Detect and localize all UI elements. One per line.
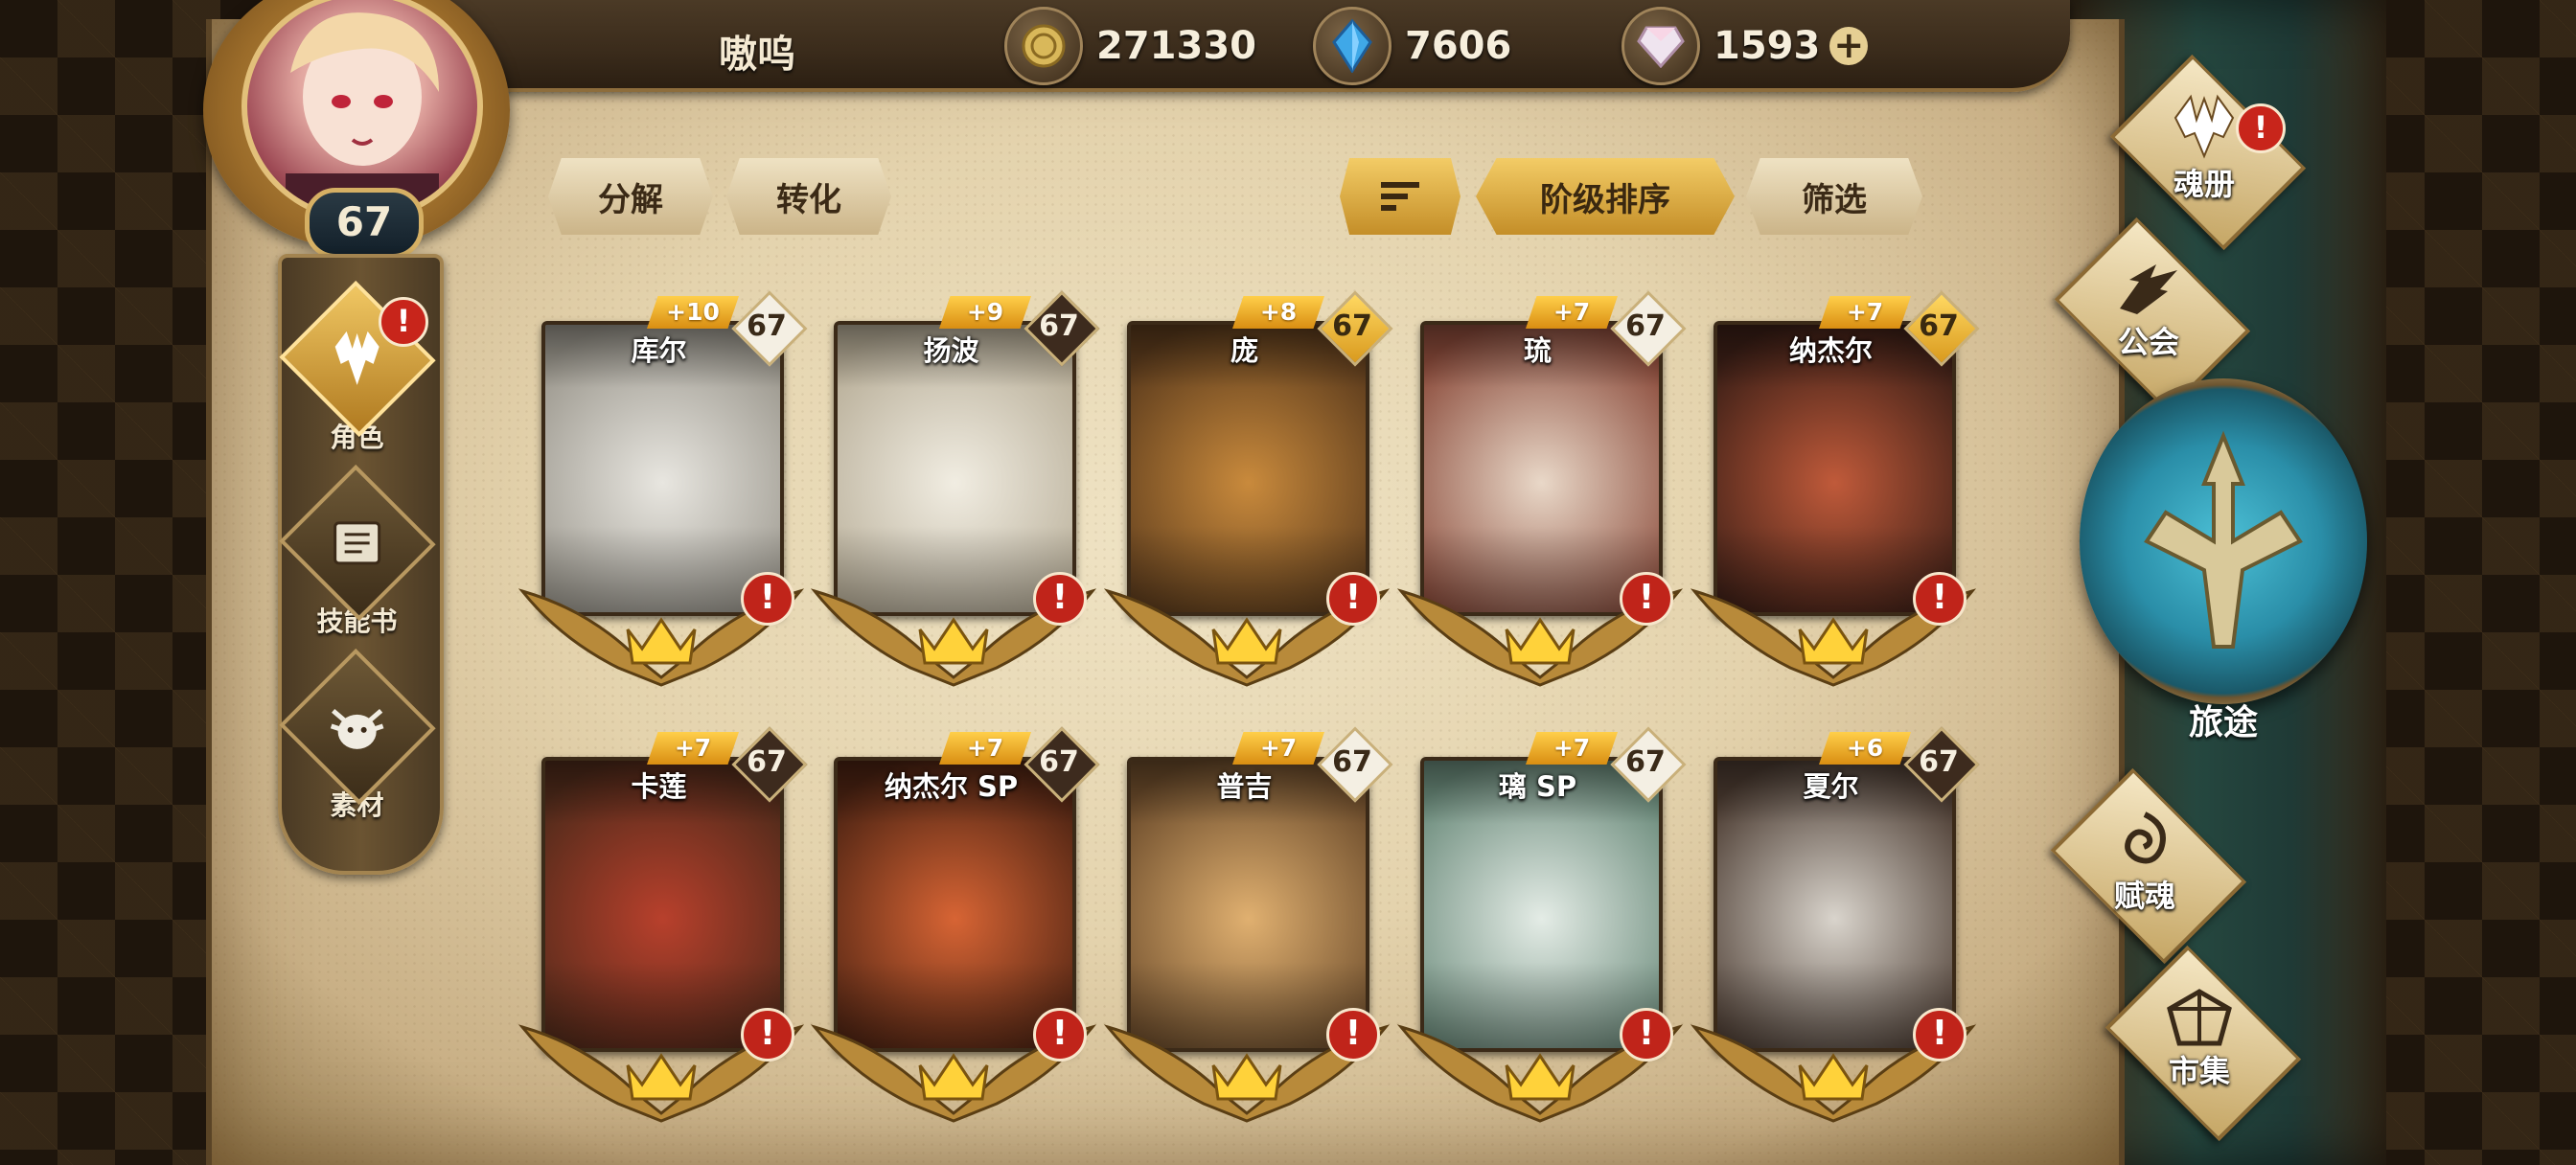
character-alert-badge: ! [379, 297, 428, 347]
character-card[interactable]: 夏尔 +6 67! [1690, 728, 1977, 1131]
sort-order-button[interactable] [1340, 158, 1460, 235]
enhance-level-tag: +7 [1526, 732, 1618, 765]
character-level-badge: 67 [733, 292, 800, 359]
character-card[interactable]: 纳杰尔 +7 67! [1690, 292, 1977, 695]
decompose-button[interactable]: 分解 [548, 158, 713, 235]
character-level: 67 [1039, 744, 1079, 779]
enhance-level-tag: +7 [1819, 296, 1911, 329]
sort-icon [1381, 182, 1419, 211]
character-level-badge: 67 [1319, 728, 1386, 795]
enhance-level-tag: +7 [1232, 732, 1324, 765]
material-icon [330, 708, 384, 749]
character-card[interactable]: 庞 +8 67! [1103, 292, 1391, 695]
player-name: 嗷呜 [719, 33, 795, 77]
gold-coin-icon [1004, 7, 1083, 85]
character-card[interactable]: 璃 SP +7 67! [1396, 728, 1684, 1131]
journey-menu[interactable]: 旅途 [2080, 378, 2367, 742]
character-level: 67 [1332, 744, 1372, 779]
market-label: 市集 [2168, 1053, 2230, 1089]
nav-item-material[interactable]: 素材 [278, 648, 436, 823]
pink-gem-icon [1622, 7, 1700, 85]
left-border-pattern [0, 0, 220, 1165]
market-menu[interactable]: 市集 [2084, 945, 2314, 1142]
gold-resource: 271330 [1004, 7, 1256, 85]
nav-item-skill-book[interactable]: 技能书 [278, 464, 436, 639]
character-level-badge: 67 [1025, 728, 1092, 795]
character-level: 67 [1919, 744, 1959, 779]
card-alert-badge: ! [1033, 572, 1087, 626]
gem-amount: 1593 [1714, 24, 1821, 68]
card-alert-badge: ! [741, 1008, 794, 1062]
soul-infuse-label: 赋魂 [2113, 878, 2175, 914]
skill-book-icon [334, 521, 380, 564]
character-level-badge: 67 [1025, 292, 1092, 359]
filter-button[interactable]: 筛选 [1746, 158, 1922, 235]
crystal-amount: 7606 [1405, 24, 1512, 68]
card-alert-badge: ! [1326, 1008, 1380, 1062]
soul-infuse-menu[interactable]: 赋魂 [2030, 767, 2260, 965]
character-level: 67 [1332, 308, 1372, 343]
guild-label: 公会 [2117, 324, 2179, 360]
card-alert-badge: ! [1913, 1008, 1966, 1062]
market-icon [2167, 989, 2232, 1046]
character-card[interactable]: 库尔 +10 67! [518, 292, 805, 695]
character-level: 67 [747, 308, 787, 343]
gem-resource: 1593 + [1622, 7, 1869, 85]
crystal-resource: 7606 [1313, 7, 1512, 85]
enhance-level-tag: +6 [1819, 732, 1911, 765]
character-level: 67 [1625, 308, 1666, 343]
soul-book-label: 魂册 [2173, 166, 2235, 202]
card-alert-badge: ! [1913, 572, 1966, 626]
character-card[interactable]: 纳杰尔 SP +7 67! [810, 728, 1097, 1131]
character-level-badge: 67 [1905, 292, 1972, 359]
add-gem-button[interactable]: + [1829, 27, 1869, 65]
player-level-badge: 67 [305, 188, 424, 259]
character-level: 67 [1625, 744, 1666, 779]
character-card[interactable]: 普吉 +7 67! [1103, 728, 1391, 1131]
character-level: 67 [747, 744, 787, 779]
right-border-pattern [2367, 0, 2576, 1165]
soul-book-menu[interactable]: 魂册 [2089, 54, 2319, 251]
convert-button[interactable]: 转化 [726, 158, 891, 235]
blue-crystal-icon [1313, 7, 1392, 85]
character-level-badge: 67 [1612, 728, 1679, 795]
enhance-level-tag: +7 [647, 732, 739, 765]
guild-menu[interactable]: 公会 [2034, 217, 2264, 414]
enhance-level-tag: +10 [647, 296, 739, 329]
enhance-level-tag: +9 [939, 296, 1031, 329]
enhance-level-tag: +7 [939, 732, 1031, 765]
card-alert-badge: ! [741, 572, 794, 626]
character-level-badge: 67 [1612, 292, 1679, 359]
character-card[interactable]: 琉 +7 67! [1396, 292, 1684, 695]
journey-icon [2144, 430, 2303, 649]
soul-infuse-icon [2125, 811, 2166, 864]
character-level-badge: 67 [1905, 728, 1972, 795]
character-level-badge: 67 [1319, 292, 1386, 359]
sort-by-tier-button[interactable]: 阶级排序 [1476, 158, 1735, 235]
card-alert-badge: ! [1326, 572, 1380, 626]
journey-label: 旅途 [2188, 703, 2258, 742]
gold-amount: 271330 [1096, 24, 1256, 68]
card-alert-badge: ! [1033, 1008, 1087, 1062]
character-level: 67 [1919, 308, 1959, 343]
character-level-badge: 67 [733, 728, 800, 795]
character-level: 67 [1039, 308, 1079, 343]
soul-book-alert-badge: ! [2236, 103, 2286, 153]
enhance-level-tag: +7 [1526, 296, 1618, 329]
soul-book-icon [2174, 94, 2235, 159]
enhance-level-tag: +8 [1232, 296, 1324, 329]
card-alert-badge: ! [1620, 572, 1673, 626]
character-card[interactable]: 卡莲 +7 67! [518, 728, 805, 1131]
guild-icon [2120, 264, 2177, 314]
character-icon [334, 331, 380, 385]
card-alert-badge: ! [1620, 1008, 1673, 1062]
character-card[interactable]: 扬波 +9 67! [810, 292, 1097, 695]
